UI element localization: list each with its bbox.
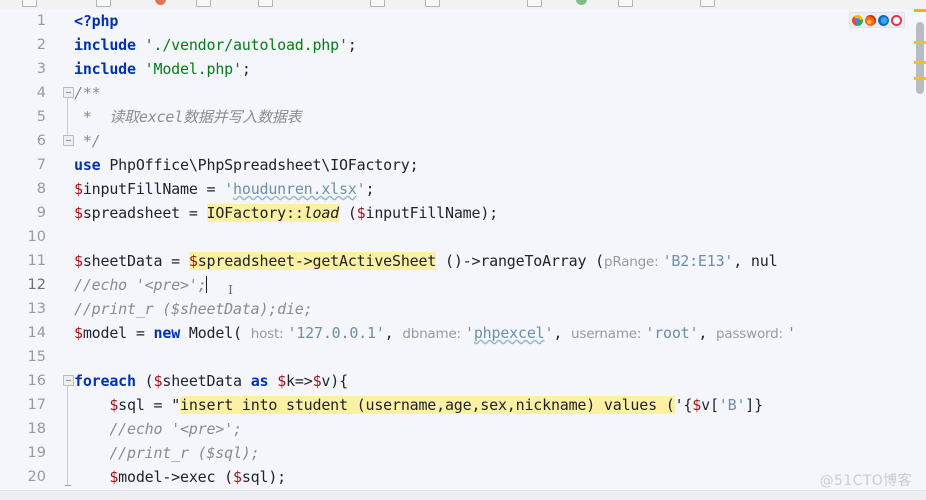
line-number: 13 xyxy=(27,301,46,317)
chrome-icon[interactable] xyxy=(852,14,863,26)
vertical-scrollbar-thumb[interactable] xyxy=(916,22,924,94)
firefox-icon[interactable] xyxy=(865,14,876,26)
line-number: 12 xyxy=(27,277,46,293)
save-all-icon[interactable] xyxy=(96,0,111,7)
open-file-icon[interactable] xyxy=(22,0,37,7)
code-line-18: //echo '<pre>'; xyxy=(74,420,242,438)
code-content[interactable]: <?php include './vendor/autoload.php'; i… xyxy=(74,9,926,491)
line-number: 4 xyxy=(36,85,46,101)
fold-region-line-foreach xyxy=(67,385,68,485)
code-line-17: $sql = "insert into student (username,ag… xyxy=(109,396,763,414)
line-number: 9 xyxy=(36,205,46,221)
line-number: 5 xyxy=(36,109,46,125)
code-line-11: $sheetData = $spreadsheet->getActiveShee… xyxy=(74,252,778,270)
find-icon[interactable] xyxy=(527,0,542,7)
vertical-scrollbar-track[interactable] xyxy=(914,9,926,491)
line-number: 18 xyxy=(27,421,46,437)
line-number: 7 xyxy=(36,157,46,173)
edge-icon[interactable] xyxy=(878,14,889,26)
status-bar xyxy=(0,490,926,500)
browser-preview-strip[interactable] xyxy=(849,12,905,28)
code-line-12: //echo '<pre>'; xyxy=(74,276,208,294)
scrollbar-marker-warning[interactable] xyxy=(914,61,926,64)
code-line-20: $model->exec ($sql); xyxy=(109,468,286,486)
line-number: 8 xyxy=(36,181,46,197)
line-number: 20 xyxy=(27,469,46,485)
watermark: @51CTO博客 xyxy=(819,473,912,489)
code-line-4: /** xyxy=(74,84,101,102)
code-line-3: include 'Model.php'; xyxy=(74,60,251,78)
scrollbar-marker-warning[interactable] xyxy=(914,41,926,44)
undo-icon[interactable] xyxy=(155,0,166,5)
line-number: 6 xyxy=(36,133,46,149)
code-line-7: use PhpOffice\PhpSpreadsheet\IOFactory; xyxy=(74,156,419,174)
fold-marker-foreach[interactable] xyxy=(63,369,74,393)
code-editor[interactable]: 1 2 3 4 5 6 7 8 9 10 11 12 13 14 15 16 1… xyxy=(0,9,926,491)
opera-icon[interactable] xyxy=(891,14,902,26)
line-number-gutter[interactable]: 1 2 3 4 5 6 7 8 9 10 11 12 13 14 15 16 1… xyxy=(0,9,62,491)
run-icon[interactable] xyxy=(576,0,587,5)
code-line-13: //print_r ($sheetData);die; xyxy=(74,300,313,318)
code-line-19: //print_r ($sql); xyxy=(74,444,260,462)
fold-region-end-foreach xyxy=(65,485,71,486)
fold-marker-docblock-end[interactable] xyxy=(63,129,74,153)
line-number: 16 xyxy=(27,373,46,389)
line-number: 2 xyxy=(36,37,46,53)
line-number: 1 xyxy=(36,13,46,29)
code-line-9: $spreadsheet = IOFactory::load ($inputFi… xyxy=(74,204,498,222)
paste-icon[interactable] xyxy=(425,0,440,7)
line-number: 19 xyxy=(27,445,46,461)
cut-icon[interactable] xyxy=(258,0,273,7)
code-line-14: $model = new Model( host: '127.0.0.1', d… xyxy=(74,324,796,342)
redo-icon[interactable] xyxy=(196,0,211,7)
line-number: 3 xyxy=(36,61,46,77)
mouse-ibeam-cursor: I xyxy=(228,283,233,297)
copy-icon[interactable] xyxy=(370,0,385,7)
fold-marker-docblock[interactable] xyxy=(63,81,74,105)
line-number: 14 xyxy=(27,325,46,341)
line-number: 10 xyxy=(27,229,46,245)
code-line-16: foreach ($sheetData as $k=>$v){ xyxy=(74,372,348,390)
text-caret xyxy=(206,276,208,293)
code-line-6: */ xyxy=(74,132,101,150)
line-number: 15 xyxy=(27,349,46,365)
scrollbar-marker-top[interactable] xyxy=(914,9,926,12)
line-number: 17 xyxy=(27,397,46,413)
debug-icon[interactable] xyxy=(618,0,633,7)
code-line-8: $inputFillName = 'houdunren.xlsx'; xyxy=(74,180,375,198)
code-line-5: * 读取excel数据并写入数据表 xyxy=(74,108,302,126)
code-folding-gutter[interactable] xyxy=(62,9,74,491)
code-line-1: <?php xyxy=(74,12,119,30)
scrollbar-marker-warning[interactable] xyxy=(914,77,926,80)
code-line-2: include './vendor/autoload.php'; xyxy=(74,36,357,54)
settings-icon[interactable] xyxy=(700,0,715,7)
ide-window: 1 2 3 4 5 6 7 8 9 10 11 12 13 14 15 16 1… xyxy=(0,0,926,500)
line-number: 11 xyxy=(27,253,46,269)
